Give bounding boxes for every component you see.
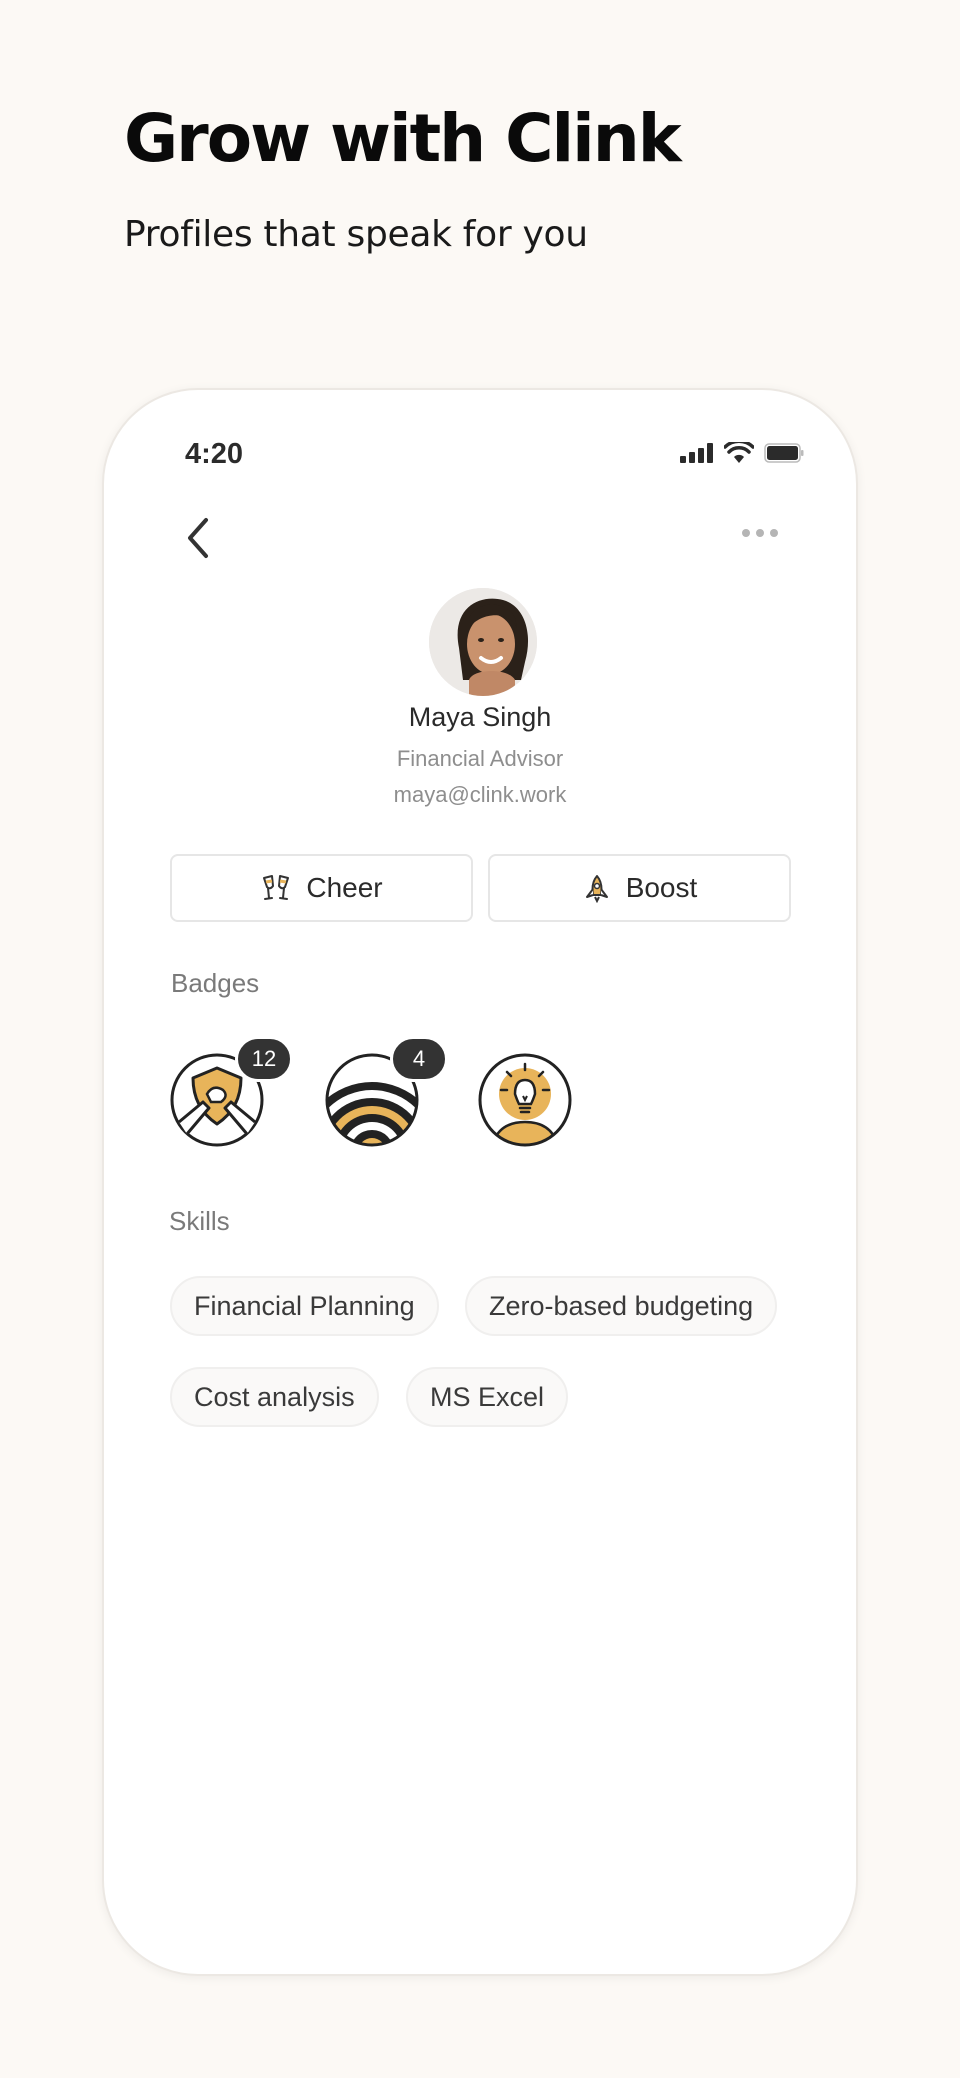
boost-button[interactable]: Boost <box>488 854 791 922</box>
promo-subheadline: Profiles that speak for you <box>124 214 588 255</box>
profile-name: Maya Singh <box>408 702 552 732</box>
badge-count: 12 <box>235 1036 293 1082</box>
clinking-glasses-icon <box>263 875 290 900</box>
avatar <box>429 588 537 696</box>
skill-chip[interactable]: MS Excel <box>406 1367 569 1427</box>
cheer-button[interactable]: Cheer <box>170 854 473 922</box>
status-icons <box>680 442 804 464</box>
cheer-button-label: Cheer <box>306 872 383 903</box>
chevron-left-icon <box>188 518 208 558</box>
skill-chip[interactable]: Financial Planning <box>170 1276 439 1336</box>
promo-headline: Grow with Clink <box>124 100 682 177</box>
rocket-icon <box>585 875 608 903</box>
status-time: 4:20 <box>185 438 244 470</box>
cellular-signal-icon <box>680 443 713 463</box>
badge-handshake[interactable]: 12 <box>169 1036 293 1148</box>
more-options-button[interactable] <box>736 518 786 548</box>
profile-role: Financial Advisor <box>396 746 564 771</box>
profile-email[interactable]: maya@clink.work <box>104 782 856 808</box>
profile-photo <box>429 588 537 696</box>
badge-count: 4 <box>390 1036 448 1082</box>
skill-chip[interactable]: Cost analysis <box>170 1367 379 1427</box>
more-dots-icon <box>742 529 778 537</box>
badges-section-label: Badges <box>171 968 260 998</box>
lightbulb-idea-badge-icon <box>478 1053 572 1147</box>
boost-button-label: Boost <box>625 872 698 903</box>
wifi-icon <box>724 442 754 463</box>
badge-lightbulb[interactable] <box>477 1052 573 1148</box>
phone-frame: 4:20 Maya Singh Financial Advisor maya@c… <box>102 388 858 1976</box>
battery-icon <box>764 443 804 463</box>
badge-signal[interactable]: 4 <box>324 1036 448 1148</box>
skill-chip[interactable]: Zero-based budgeting <box>465 1276 778 1336</box>
back-button[interactable] <box>178 514 218 562</box>
skills-section-label: Skills <box>169 1206 230 1236</box>
